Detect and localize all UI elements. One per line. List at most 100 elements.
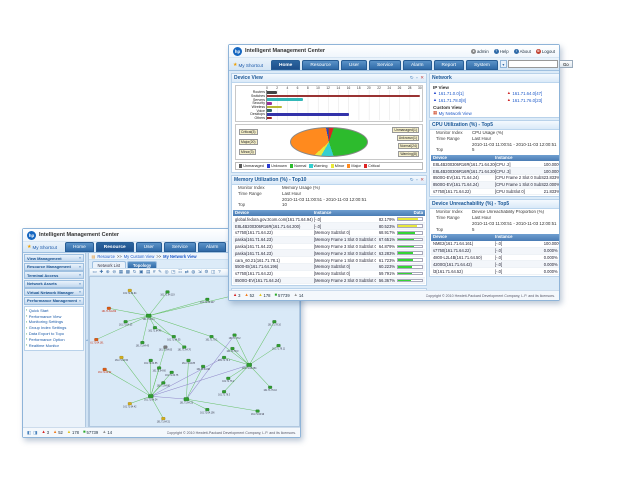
refresh-icon[interactable]: ↻ — [133, 270, 137, 275]
sidebar-section-virtual-network-manager[interactable]: Virtual Network Manager« — [24, 288, 84, 296]
edit-icon[interactable]: ✎ — [158, 270, 162, 275]
nav-tab-service[interactable]: Service — [369, 60, 401, 70]
topology-node[interactable]: 161.71.64.60 — [152, 367, 166, 373]
topology-node[interactable]: 161.71.64.35 — [167, 335, 181, 341]
breadcrumb-root[interactable]: Resource — [97, 254, 115, 259]
topology-node[interactable]: 161.71.64.22 — [179, 397, 193, 404]
save-icon[interactable]: ▣ — [139, 270, 143, 275]
statusbar-icon[interactable]: ◨ — [33, 430, 37, 436]
topology-node[interactable]: 161.71.64.119 — [160, 291, 175, 297]
list-icon[interactable]: ☷ — [178, 270, 182, 275]
topology-node[interactable]: 161.71.64.55 — [144, 359, 158, 365]
alarm-count-major[interactable]: ▲52 — [245, 293, 255, 298]
alarm-count-minor[interactable]: ▲178 — [67, 430, 79, 435]
help-icon[interactable]: ? — [218, 270, 221, 275]
topology-node[interactable]: 161.71.64.65 — [158, 346, 172, 352]
alarm-count-minor[interactable]: ▲178 — [258, 293, 270, 298]
search-input[interactable] — [508, 60, 558, 68]
topology-node[interactable]: 161.71.64.50 — [114, 356, 128, 362]
search-scope-dropdown[interactable]: ▾ — [500, 60, 507, 68]
pan-icon[interactable]: ✚ — [99, 270, 103, 275]
alarm-filter-icon[interactable]: ◍ — [191, 270, 195, 275]
topology-node[interactable]: 161.71.64.42 — [123, 402, 137, 408]
logout-link[interactable]: ⊗ Logout — [536, 49, 555, 54]
layout-icon[interactable]: ▩ — [126, 270, 130, 275]
alarm-count-critical[interactable]: ▲3 — [233, 293, 241, 298]
topology-node[interactable]: 161.71.78.3 — [226, 347, 239, 353]
minimize-icon[interactable]: ▫ — [416, 75, 418, 81]
window-icon[interactable]: ◫ — [211, 270, 215, 275]
minimize-icon[interactable]: ▫ — [416, 177, 418, 183]
my-shortcut-link[interactable]: ★ My Shortcut — [233, 62, 263, 70]
my-network-view-link[interactable]: ▦ My Network View — [430, 110, 559, 117]
alarm-count-unknown[interactable]: ▲14 — [102, 430, 112, 435]
alarm-count-major[interactable]: ▲52 — [53, 430, 63, 435]
nav-tab-user[interactable]: User — [136, 242, 162, 252]
nav-tab-home[interactable]: Home — [271, 60, 300, 70]
topology-node[interactable]: 161.71.76.10 — [263, 386, 277, 392]
nav-tab-resource[interactable]: Resource — [96, 242, 134, 252]
topology-node[interactable]: 161.71.64.80 — [156, 381, 170, 387]
ip-view-link[interactable]: ▲161.71.0.0[1] — [433, 90, 507, 97]
statusbar-icon[interactable]: ◧ — [27, 430, 31, 436]
breadcrumb-mid[interactable]: My Custom View — [124, 254, 155, 259]
nav-tab-user[interactable]: User — [341, 60, 367, 70]
refresh-icon[interactable]: ↻ — [410, 75, 414, 81]
topology-node[interactable]: 161.71.64.45 — [135, 341, 149, 347]
alarm-count-normal[interactable]: ■57739 — [83, 430, 98, 435]
alarm-count-critical[interactable]: ▲3 — [42, 430, 50, 435]
grid-icon[interactable]: # — [153, 270, 156, 275]
topology-node[interactable]: 161.71.64.41 — [148, 326, 162, 332]
topology-node[interactable]: 161.71.64.85 — [181, 359, 195, 365]
topology-node[interactable]: 161.71.64.94 — [123, 289, 137, 295]
sidebar-section-resource-management[interactable]: Resource Management« — [24, 263, 84, 271]
nav-tab-alarm[interactable]: Alarm — [198, 242, 227, 252]
link-mode-icon[interactable]: ⇄ — [185, 270, 189, 275]
view-tab-network-list[interactable]: Network List — [92, 261, 127, 268]
about-link[interactable]: i About — [514, 49, 531, 54]
legend-icon[interactable]: ▤ — [146, 270, 150, 275]
ip-view-link[interactable]: ▲161.71.78.0[8] — [433, 97, 507, 104]
topology-node[interactable]: 161.71.64.161 — [90, 338, 104, 344]
my-shortcut-link[interactable]: ★ My Shortcut — [27, 244, 57, 252]
ip-view-link[interactable]: ▲161.71.76.0[23] — [507, 97, 559, 104]
fit-view-icon[interactable]: ▦ — [119, 270, 123, 275]
topology-node[interactable]: 161.71.78.11 — [272, 344, 286, 350]
nav-tab-service[interactable]: Service — [164, 242, 196, 252]
topology-node[interactable]: 161.71.64.200 — [101, 307, 116, 313]
view-tab-topology[interactable]: Topology — [127, 261, 157, 268]
nav-tab-system[interactable]: System — [466, 60, 498, 70]
nav-tab-report[interactable]: Report — [434, 60, 464, 70]
ip-view-link[interactable]: ▲161.71.64.0[47] — [507, 90, 559, 97]
sidebar-item-realtime-monitor[interactable]: ▪Realtime Monitor — [26, 342, 82, 348]
nav-tab-resource[interactable]: Resource — [302, 60, 339, 70]
topology-node[interactable]: 161.71.76.1 — [218, 356, 231, 362]
search-icon[interactable]: ◎ — [165, 270, 169, 275]
topology-node[interactable]: 161.71.78.2 — [228, 334, 241, 340]
topology-node[interactable]: 161.71.78.10 — [267, 320, 281, 326]
close-icon[interactable]: ✕ — [420, 75, 424, 81]
topology-node[interactable]: 161.71.78.1 — [205, 335, 218, 341]
topology-node[interactable]: 161.71.64.196 — [200, 408, 215, 414]
nav-tab-alarm[interactable]: Alarm — [403, 60, 432, 70]
export-icon[interactable]: ⇲ — [198, 270, 202, 275]
settings-icon[interactable]: ⚙ — [204, 270, 208, 275]
select-icon[interactable]: ▭ — [93, 270, 97, 275]
zoom-in-icon[interactable]: ⊕ — [106, 270, 110, 275]
alarm-count-unknown[interactable]: ▲14 — [294, 293, 304, 298]
nav-tab-home[interactable]: Home — [65, 242, 94, 252]
alarm-count-normal[interactable]: ■57739 — [274, 293, 289, 298]
topology-node[interactable]: 161.71.64.247 — [200, 298, 215, 304]
topology-node[interactable]: 161.71.76.2 — [222, 377, 235, 383]
topology-node[interactable]: 161.71.64.70 — [177, 346, 191, 352]
zoom-out-icon[interactable]: ⊖ — [112, 270, 116, 275]
topology-node[interactable]: 161.71.64.99 — [251, 410, 265, 416]
sidebar-section-view-management[interactable]: View Management« — [24, 254, 84, 262]
topology-node[interactable]: 161.71.64.52 — [98, 368, 112, 374]
overview-icon[interactable]: ◳ — [171, 270, 175, 275]
topology-node[interactable]: 161.71.64.75 — [165, 371, 179, 377]
search-go-button[interactable]: Go — [559, 60, 573, 68]
topology-node[interactable]: 161.71.64.23 — [119, 320, 133, 326]
sidebar-section-performance-management[interactable]: Performance Management« — [24, 297, 84, 305]
refresh-icon[interactable]: ↻ — [410, 177, 414, 183]
